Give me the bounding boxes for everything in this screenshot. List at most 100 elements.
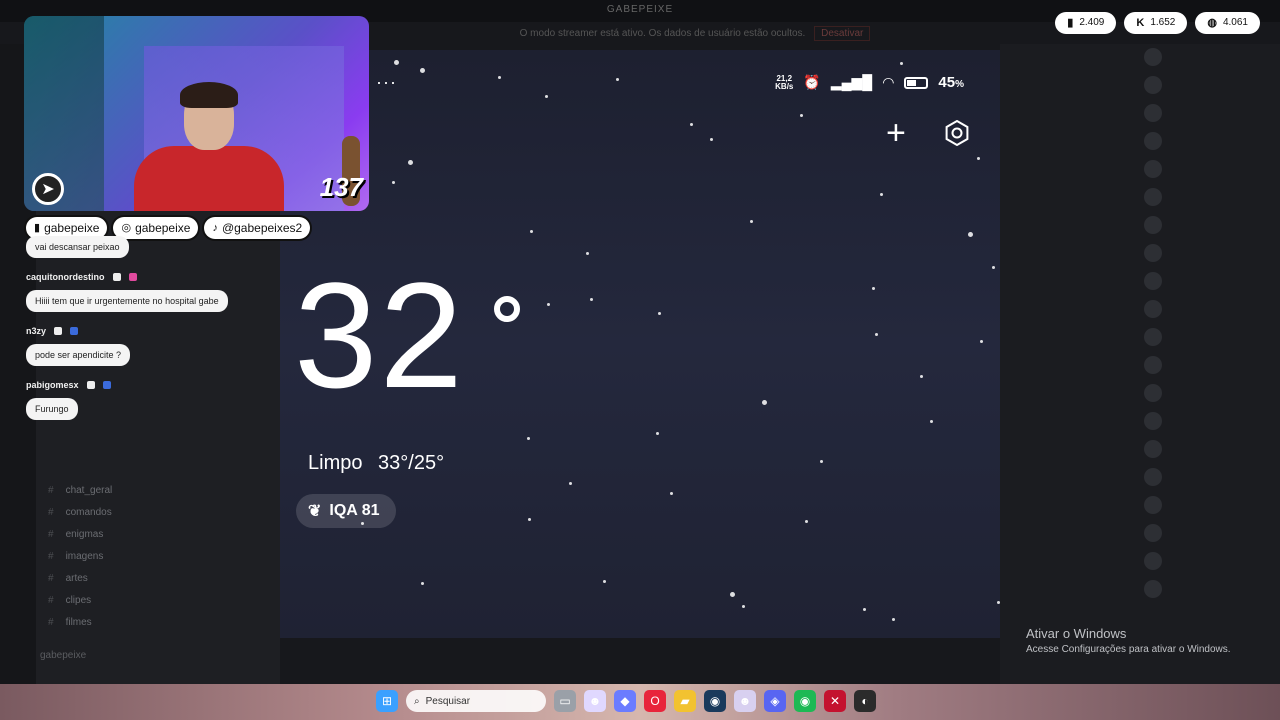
- chat-message: caquitonordestino Hiiii tem que ir urgent…: [26, 270, 256, 312]
- avatar: [1144, 300, 1162, 319]
- star: [875, 333, 878, 336]
- alarm-off-icon: ⏰: [803, 74, 821, 90]
- member-row[interactable]: [1000, 296, 1280, 324]
- avatar: [1144, 440, 1162, 459]
- windows-start-icon[interactable]: ⊞: [376, 690, 398, 712]
- network-speed-unit: KB/s: [775, 81, 794, 91]
- streamer-hair: [180, 82, 238, 108]
- user-bar[interactable]: gabepeixe: [40, 650, 86, 661]
- channel-label: imagens: [65, 551, 104, 562]
- star: [762, 400, 767, 405]
- steam-icon[interactable]: ◉: [704, 690, 726, 712]
- star: [920, 375, 923, 378]
- member-row[interactable]: [1000, 128, 1280, 156]
- star: [892, 618, 895, 621]
- chat-username-text: pabigomesx: [26, 380, 79, 390]
- channel-list: # chat_geral # comandos # enigmas # imagens # art…: [48, 480, 268, 634]
- chat-badge-icon: [128, 273, 137, 281]
- viewer-stat-value: 4.061: [1222, 17, 1248, 28]
- face-app-icon[interactable]: ☻: [584, 690, 606, 712]
- channel-item[interactable]: # comandos: [48, 502, 268, 524]
- hash-icon: #: [48, 507, 54, 518]
- channel-item[interactable]: # clipes: [48, 590, 268, 612]
- member-row[interactable]: [1000, 576, 1280, 604]
- star: [656, 432, 659, 435]
- menu-dots-icon[interactable]: ···: [376, 72, 397, 93]
- air-quality-pill[interactable]: ❦ IQA 81: [296, 494, 396, 528]
- phone-screen-share: ··· 21,2 KB/s ⏰ ▂▄▆█ ◠ 45% + 32 Limpo 33…: [280, 50, 1000, 638]
- star: [997, 601, 1000, 604]
- settings-icon[interactable]: [944, 120, 970, 146]
- avatar: [1144, 160, 1162, 179]
- viewer-stat: ▮ 2.409: [1055, 12, 1117, 34]
- member-row[interactable]: [1000, 436, 1280, 464]
- member-row[interactable]: [1000, 548, 1280, 576]
- chat-overlay: vai descansar peixao caquitonordestino Hii…: [26, 230, 256, 432]
- member-row[interactable]: [1000, 240, 1280, 268]
- channel-item[interactable]: # enigmas: [48, 524, 268, 546]
- member-row[interactable]: [1000, 72, 1280, 100]
- activation-subtitle: Acesse Configurações para ativar o Windo…: [1026, 644, 1231, 655]
- avatar: [1144, 384, 1162, 403]
- member-row[interactable]: [1000, 408, 1280, 436]
- chat-username-text: caquitonordestino: [26, 272, 105, 282]
- star: [968, 232, 973, 237]
- chat-bubble: Hiiii tem que ir urgentemente no hospita…: [26, 290, 228, 312]
- discord-icon[interactable]: ◈: [764, 690, 786, 712]
- member-row[interactable]: [1000, 156, 1280, 184]
- star: [977, 157, 980, 160]
- star: [992, 266, 995, 269]
- taskbar-search-input[interactable]: ⌕ Pesquisar: [406, 690, 546, 712]
- member-row[interactable]: [1000, 268, 1280, 296]
- window-title: GABEPEIXE: [606, 4, 674, 15]
- channel-item[interactable]: # chat_geral: [48, 480, 268, 502]
- star: [408, 160, 413, 165]
- member-row[interactable]: [1000, 380, 1280, 408]
- star: [980, 340, 983, 343]
- folder-icon[interactable]: ▰: [674, 690, 696, 712]
- member-row[interactable]: [1000, 352, 1280, 380]
- chat-badge-icon: [86, 381, 95, 389]
- star: [805, 520, 808, 523]
- taskbar: ⊞ ⌕ Pesquisar ▭ ☻ ◆ O ▰ ◉ ☻ ◈ ◉ ✕ ◐: [376, 690, 876, 712]
- member-row[interactable]: [1000, 100, 1280, 128]
- file-icon[interactable]: ▭: [554, 690, 576, 712]
- member-row[interactable]: [1000, 324, 1280, 352]
- face-app-2-icon[interactable]: ☻: [734, 690, 756, 712]
- channel-item[interactable]: # artes: [48, 568, 268, 590]
- member-row[interactable]: [1000, 520, 1280, 548]
- star: [421, 582, 424, 585]
- member-row[interactable]: [1000, 44, 1280, 72]
- disable-streamer-mode-button[interactable]: Desativar: [814, 26, 871, 41]
- avatar: [1144, 328, 1162, 347]
- avatar: [1144, 216, 1162, 235]
- star: [730, 592, 735, 597]
- hash-icon: #: [48, 551, 54, 562]
- channel-item[interactable]: # imagens: [48, 546, 268, 568]
- add-city-button[interactable]: +: [886, 116, 906, 150]
- member-row[interactable]: [1000, 464, 1280, 492]
- star: [392, 181, 395, 184]
- obs-icon[interactable]: ◐: [854, 690, 876, 712]
- opera-icon[interactable]: O: [644, 690, 666, 712]
- xsplit-icon[interactable]: ✕: [824, 690, 846, 712]
- copilot-icon[interactable]: ◆: [614, 690, 636, 712]
- chat-badge-icon: [70, 327, 79, 335]
- channel-item[interactable]: # filmes: [48, 612, 268, 634]
- channel-label: comandos: [65, 507, 112, 518]
- windows-activation-watermark: Ativar o Windows Acesse Configurações pa…: [1026, 626, 1231, 655]
- star: [420, 68, 425, 73]
- avatar: [1144, 244, 1162, 263]
- viewer-stat-value: 2.409: [1079, 17, 1105, 28]
- search-placeholder: Pesquisar: [425, 695, 471, 707]
- star: [690, 123, 693, 126]
- member-row[interactable]: [1000, 212, 1280, 240]
- viewer-count: 137: [319, 172, 363, 202]
- member-row[interactable]: [1000, 492, 1280, 520]
- spotify-icon[interactable]: ◉: [794, 690, 816, 712]
- star: [590, 298, 593, 301]
- hash-icon: #: [48, 485, 54, 496]
- leaf-icon: ❦: [308, 503, 322, 520]
- star: [930, 420, 933, 423]
- member-row[interactable]: [1000, 184, 1280, 212]
